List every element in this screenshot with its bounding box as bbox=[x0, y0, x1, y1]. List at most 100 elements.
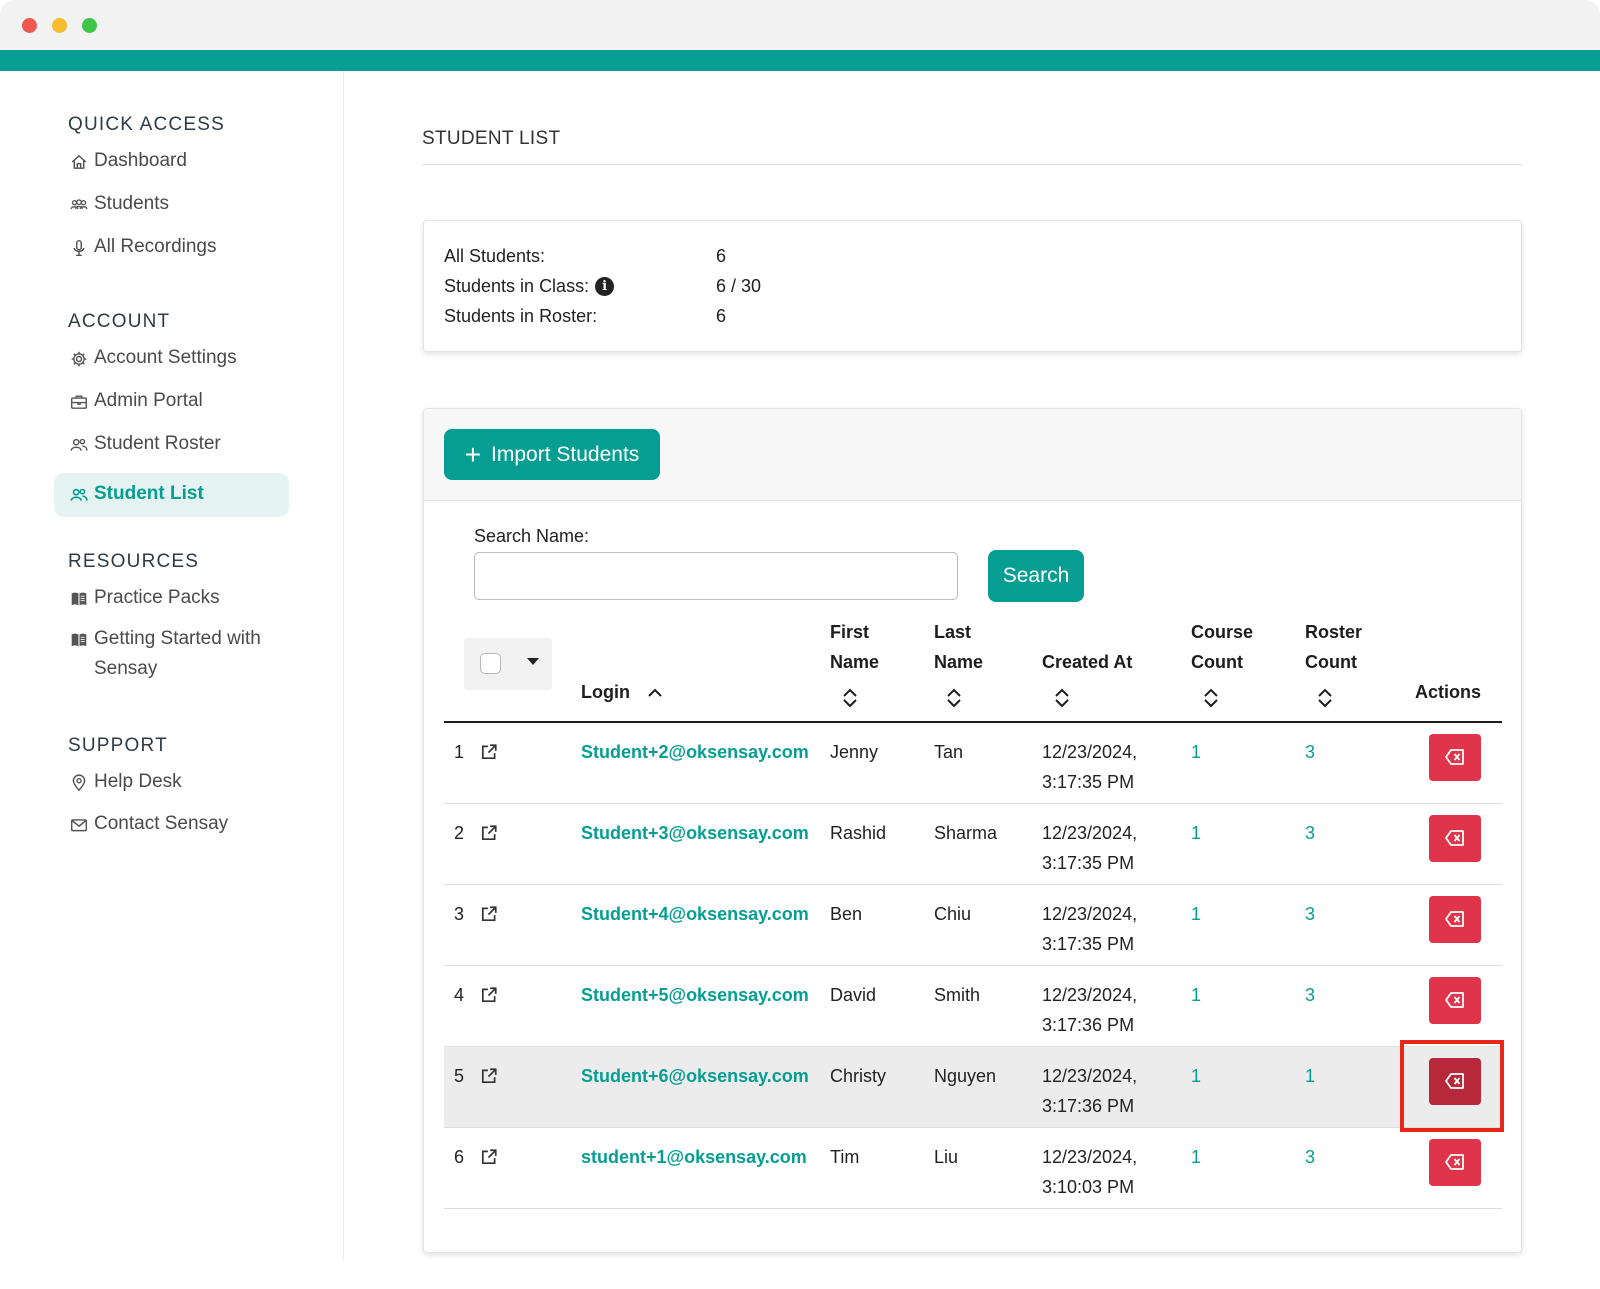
sidebar-item-all-recordings[interactable]: All Recordings bbox=[70, 236, 217, 258]
course-count-link[interactable]: 1 bbox=[1191, 899, 1201, 929]
header-first-name[interactable]: First Name bbox=[830, 617, 879, 677]
external-link-icon[interactable] bbox=[480, 743, 498, 761]
sidebar-item-getting-started[interactable]: Getting Started with Sensay bbox=[70, 624, 310, 684]
students-in-class-row: Students in Class: i bbox=[444, 276, 615, 297]
sidebar-item-label: Account Settings bbox=[94, 347, 237, 368]
external-link-icon[interactable] bbox=[480, 1067, 498, 1085]
row-number: 4 bbox=[454, 985, 465, 1005]
sidebar-item-label: Admin Portal bbox=[94, 390, 203, 411]
students-in-roster-label: Students in Roster: bbox=[444, 306, 598, 326]
sidebar-section-support: SUPPORT bbox=[68, 735, 168, 756]
delete-student-button[interactable] bbox=[1429, 896, 1481, 943]
location-icon bbox=[72, 774, 86, 792]
roster-count-link[interactable]: 3 bbox=[1305, 737, 1315, 767]
top-accent-bar bbox=[0, 50, 1600, 71]
external-link-icon[interactable] bbox=[480, 905, 498, 923]
external-link-icon[interactable] bbox=[480, 986, 498, 1004]
delete-student-button[interactable] bbox=[1429, 734, 1481, 781]
header-login[interactable]: Login bbox=[581, 677, 663, 707]
login-link[interactable]: Student+6@oksensay.com bbox=[581, 1061, 809, 1091]
sidebar-item-account-settings[interactable]: Account Settings bbox=[70, 347, 237, 369]
search-button[interactable]: Search bbox=[988, 550, 1084, 602]
table-row: 4 Student+5@oksensay.com David Smith 12/… bbox=[444, 966, 1502, 1047]
course-count-link[interactable]: 1 bbox=[1191, 818, 1201, 848]
header-created-at[interactable]: Created At bbox=[1042, 647, 1132, 677]
roster-count-link[interactable]: 3 bbox=[1305, 818, 1315, 848]
sort-ascending-icon[interactable] bbox=[647, 687, 663, 699]
login-link[interactable]: Student+4@oksensay.com bbox=[581, 899, 809, 929]
course-count-link[interactable]: 1 bbox=[1191, 1142, 1201, 1172]
sort-icon[interactable] bbox=[1054, 688, 1070, 708]
sort-icon[interactable] bbox=[1203, 688, 1219, 708]
roster-count-link[interactable]: 3 bbox=[1305, 899, 1315, 929]
sidebar-item-help-desk[interactable]: Help Desk bbox=[70, 771, 182, 793]
info-icon[interactable]: i bbox=[595, 277, 615, 296]
row-number: 1 bbox=[454, 742, 465, 762]
header-last-name[interactable]: Last Name bbox=[934, 617, 983, 677]
sidebar-section-quick-access: QUICK ACCESS bbox=[68, 114, 225, 135]
delete-icon bbox=[1445, 992, 1464, 1008]
roster-count-link[interactable]: 1 bbox=[1305, 1061, 1315, 1091]
import-students-button[interactable]: + Import Students bbox=[444, 429, 660, 480]
created-at-cell: 12/23/2024, 3:17:35 PM bbox=[1042, 823, 1138, 873]
row-number: 5 bbox=[454, 1066, 465, 1086]
stats-card: All Students: 6 Students in Class: i 6 /… bbox=[423, 220, 1522, 352]
select-all-checkbox[interactable] bbox=[480, 653, 501, 674]
last-name-cell: Smith bbox=[934, 985, 981, 1005]
sidebar-item-student-roster[interactable]: Student Roster bbox=[70, 433, 221, 455]
created-at-cell: 12/23/2024, 3:10:03 PM bbox=[1042, 1147, 1138, 1197]
search-name-input[interactable] bbox=[474, 552, 958, 600]
last-name-cell: Tan bbox=[934, 742, 964, 762]
bulk-select-dropdown[interactable] bbox=[464, 638, 552, 690]
sidebar-item-admin-portal[interactable]: Admin Portal bbox=[70, 390, 203, 412]
people-icon bbox=[70, 438, 88, 451]
sidebar-item-contact-sensay[interactable]: Contact Sensay bbox=[70, 813, 228, 835]
book-icon bbox=[71, 633, 87, 647]
table-row: 2 Student+3@oksensay.com Rashid Sharma 1… bbox=[444, 804, 1502, 885]
close-window-button[interactable] bbox=[22, 18, 37, 33]
delete-icon bbox=[1445, 1154, 1464, 1170]
course-count-link[interactable]: 1 bbox=[1191, 737, 1201, 767]
header-roster-count[interactable]: Roster Count bbox=[1305, 617, 1362, 677]
external-link-icon[interactable] bbox=[480, 824, 498, 842]
sort-icon[interactable] bbox=[842, 688, 858, 708]
home-icon bbox=[71, 154, 87, 169]
search-name-label: Search Name: bbox=[474, 526, 590, 546]
caret-down-icon[interactable] bbox=[527, 658, 539, 665]
table-row-hovered: 5 Student+6@oksensay.com Christy Nguyen … bbox=[444, 1047, 1502, 1128]
delete-student-button[interactable] bbox=[1429, 815, 1481, 862]
login-link[interactable]: Student+5@oksensay.com bbox=[581, 980, 809, 1010]
sort-icon[interactable] bbox=[946, 688, 962, 708]
microphone-icon bbox=[73, 239, 85, 257]
login-link[interactable]: Student+3@oksensay.com bbox=[581, 818, 809, 848]
first-name-cell: Ben bbox=[830, 904, 863, 924]
sidebar-item-dashboard[interactable]: Dashboard bbox=[70, 150, 187, 172]
first-name-cell: David bbox=[830, 985, 877, 1005]
sidebar-item-students[interactable]: Students bbox=[70, 193, 169, 215]
roster-count-link[interactable]: 3 bbox=[1305, 980, 1315, 1010]
course-count-link[interactable]: 1 bbox=[1191, 1061, 1201, 1091]
window-titlebar bbox=[0, 0, 1600, 50]
login-link[interactable]: student+1@oksensay.com bbox=[581, 1142, 807, 1172]
sidebar-item-label: Student List bbox=[94, 483, 204, 504]
header-course-count[interactable]: Course Count bbox=[1191, 617, 1253, 677]
list-card-header: + Import Students bbox=[424, 409, 1521, 501]
sort-icon[interactable] bbox=[1317, 688, 1333, 708]
briefcase-icon bbox=[70, 395, 88, 409]
external-link-icon[interactable] bbox=[480, 1148, 498, 1166]
sidebar-item-student-list[interactable]: Student List bbox=[54, 473, 289, 517]
sidebar-item-practice-packs[interactable]: Practice Packs bbox=[70, 587, 220, 609]
delete-student-button[interactable] bbox=[1429, 977, 1481, 1024]
course-count-link[interactable]: 1 bbox=[1191, 980, 1201, 1010]
minimize-window-button[interactable] bbox=[52, 18, 67, 33]
page-title: STUDENT LIST bbox=[422, 128, 561, 149]
all-students-value: 6 bbox=[716, 246, 727, 266]
student-list-card: + Import Students Search Name: Search Lo… bbox=[423, 408, 1522, 1253]
students-in-class-label: Students in Class: bbox=[444, 276, 590, 296]
all-students-label: All Students: bbox=[444, 246, 546, 266]
row-number: 2 bbox=[454, 823, 465, 843]
login-link[interactable]: Student+2@oksensay.com bbox=[581, 737, 809, 767]
maximize-window-button[interactable] bbox=[82, 18, 97, 33]
roster-count-link[interactable]: 3 bbox=[1305, 1142, 1315, 1172]
delete-student-button[interactable] bbox=[1429, 1139, 1481, 1186]
